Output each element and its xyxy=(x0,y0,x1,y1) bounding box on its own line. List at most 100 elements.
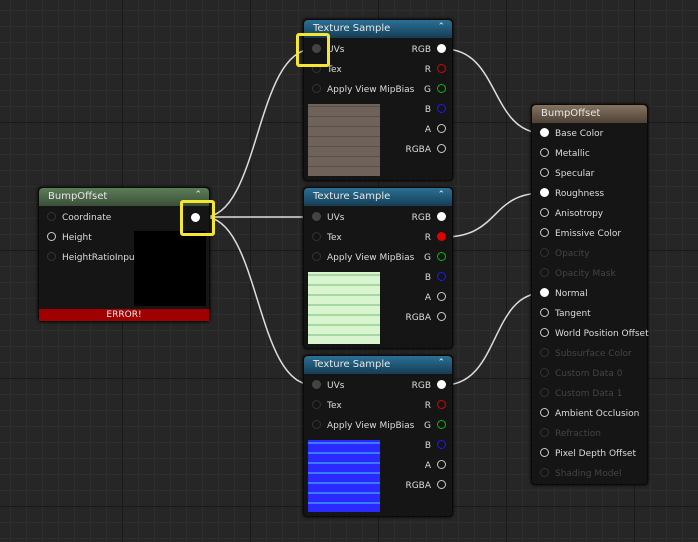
collapse-icon[interactable]: ⌃ xyxy=(194,190,202,200)
pin-icon[interactable] xyxy=(47,232,56,241)
output-pin[interactable]: RGBA xyxy=(405,311,452,325)
pin-icon[interactable] xyxy=(540,288,549,297)
pin-icon[interactable] xyxy=(312,400,321,409)
material-input[interactable]: Shading Model xyxy=(534,467,621,481)
output-pin[interactable]: RGBA xyxy=(405,479,452,493)
texture-sample-node[interactable]: Texture Sample ⌃ UVs Tex Apply View MipBias R… xyxy=(303,355,453,517)
pin-icon[interactable] xyxy=(437,104,446,113)
output-pin[interactable]: G xyxy=(424,419,452,433)
pin-icon[interactable] xyxy=(437,144,446,153)
output-pin[interactable]: B xyxy=(425,439,452,453)
output-pin[interactable]: R xyxy=(425,399,452,413)
output-pin[interactable]: A xyxy=(425,291,452,305)
material-input[interactable]: Base Color xyxy=(534,127,603,141)
pin-icon[interactable] xyxy=(540,128,549,137)
pin-icon[interactable] xyxy=(437,380,446,389)
input-coordinate[interactable]: Coordinate xyxy=(41,211,111,225)
output-pin[interactable]: RGB xyxy=(412,379,452,393)
collapse-icon[interactable]: ⌃ xyxy=(437,22,445,32)
texture-sample-node[interactable]: Texture Sample ⌃ UVs Tex Apply View MipBias R… xyxy=(303,187,453,349)
pin-icon[interactable] xyxy=(437,480,446,489)
collapse-icon[interactable]: ⌃ xyxy=(437,190,445,200)
output-pin[interactable]: RGB xyxy=(412,211,452,225)
input-height[interactable]: Height xyxy=(41,231,92,245)
material-input[interactable]: Ambient Occlusion xyxy=(534,407,639,421)
collapse-icon[interactable]: ⌃ xyxy=(437,358,445,368)
output-pin[interactable]: RGBA xyxy=(405,143,452,157)
pin-icon[interactable] xyxy=(437,44,446,53)
pin-icon[interactable] xyxy=(437,420,446,429)
pin-icon[interactable] xyxy=(540,228,549,237)
output-pin[interactable]: B xyxy=(425,103,452,117)
pin-icon[interactable] xyxy=(437,64,446,73)
pin-icon[interactable] xyxy=(312,212,321,221)
pin-icon[interactable] xyxy=(437,84,446,93)
pin-icon[interactable] xyxy=(437,292,446,301)
pin-icon[interactable] xyxy=(437,124,446,133)
material-input[interactable]: Normal xyxy=(534,287,588,301)
pin-icon[interactable] xyxy=(540,348,549,357)
pin-icon[interactable] xyxy=(312,232,321,241)
node-header[interactable]: Texture Sample ⌃ xyxy=(304,188,452,206)
material-input[interactable]: Opacity xyxy=(534,247,590,261)
material-input[interactable]: Metallic xyxy=(534,147,590,161)
output-pin[interactable]: R xyxy=(425,231,452,245)
pin-icon[interactable] xyxy=(47,212,56,221)
pin-icon[interactable] xyxy=(312,84,321,93)
input-height-ratio[interactable]: HeightRatioInput xyxy=(41,251,138,265)
input-pin[interactable]: Tex xyxy=(306,231,342,245)
pin-icon[interactable] xyxy=(540,248,549,257)
input-pin[interactable]: Tex xyxy=(306,399,342,413)
pin-icon[interactable] xyxy=(437,212,446,221)
pin-icon[interactable] xyxy=(540,168,549,177)
material-input[interactable]: Pixel Depth Offset xyxy=(534,447,636,461)
node-header[interactable]: Texture Sample ⌃ xyxy=(304,356,452,374)
material-node[interactable]: BumpOffset Base Color Metallic Specular Rou… xyxy=(531,104,649,485)
pin-icon[interactable] xyxy=(540,268,549,277)
pin-icon[interactable] xyxy=(312,380,321,389)
pin-icon[interactable] xyxy=(437,252,446,261)
pin-icon[interactable] xyxy=(312,252,321,261)
pin-icon[interactable] xyxy=(437,232,446,241)
pin-icon[interactable] xyxy=(437,400,446,409)
material-input[interactable]: Opacity Mask xyxy=(534,267,616,281)
material-input[interactable]: Custom Data 0 xyxy=(534,367,622,381)
pin-icon[interactable] xyxy=(540,208,549,217)
input-pin[interactable]: Apply View MipBias xyxy=(306,83,414,97)
output-pin[interactable]: G xyxy=(424,251,452,265)
output-pin[interactable]: A xyxy=(425,123,452,137)
material-input[interactable]: Tangent xyxy=(534,307,591,321)
material-input[interactable]: Emissive Color xyxy=(534,227,621,241)
pin-icon[interactable] xyxy=(540,408,549,417)
input-pin[interactable]: Apply View MipBias xyxy=(306,419,414,433)
pin-icon[interactable] xyxy=(540,328,549,337)
pin-icon[interactable] xyxy=(437,312,446,321)
pin-icon[interactable] xyxy=(312,420,321,429)
material-input[interactable]: World Position Offset xyxy=(534,327,649,341)
material-input[interactable]: Specular xyxy=(534,167,594,181)
pin-icon[interactable] xyxy=(540,388,549,397)
output-pin[interactable]: G xyxy=(424,83,452,97)
pin-icon[interactable] xyxy=(540,428,549,437)
pin-icon[interactable] xyxy=(540,448,549,457)
pin-icon[interactable] xyxy=(437,272,446,281)
material-input[interactable]: Anisotropy xyxy=(534,207,603,221)
pin-icon[interactable] xyxy=(540,188,549,197)
pin-icon[interactable] xyxy=(540,148,549,157)
input-pin[interactable]: UVs xyxy=(306,211,344,225)
output-pin[interactable]: A xyxy=(425,459,452,473)
material-input[interactable]: Subsurface Color xyxy=(534,347,632,361)
pin-icon[interactable] xyxy=(437,440,446,449)
pin-icon[interactable] xyxy=(47,252,56,261)
material-input[interactable]: Refraction xyxy=(534,427,601,441)
pin-icon[interactable] xyxy=(540,308,549,317)
node-header[interactable]: BumpOffset xyxy=(532,105,647,123)
output-pin[interactable]: B xyxy=(425,271,452,285)
pin-icon[interactable] xyxy=(437,460,446,469)
output-pin[interactable]: RGB xyxy=(412,43,452,57)
pin-icon[interactable] xyxy=(540,468,549,477)
output-pin[interactable]: R xyxy=(425,63,452,77)
pin-icon[interactable] xyxy=(540,368,549,377)
material-input[interactable]: Custom Data 1 xyxy=(534,387,622,401)
input-pin[interactable]: Apply View MipBias xyxy=(306,251,414,265)
